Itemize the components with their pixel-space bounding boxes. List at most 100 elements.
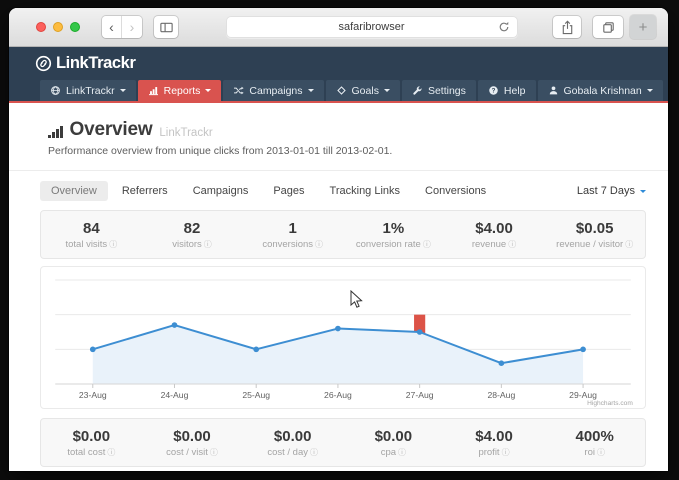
traffic-lights: [36, 22, 80, 32]
app-navbar: LinkTrackr LinkTrackr Reports Campaigns Goa…: [9, 47, 668, 103]
info-icon[interactable]: ⓘ: [398, 448, 406, 457]
chart-credit[interactable]: Highcharts.com: [587, 400, 633, 407]
forward-button[interactable]: ›: [122, 16, 142, 38]
stat-total-cost: $0.00total costⓘ: [41, 428, 142, 458]
page-title-suffix: LinkTrackr: [159, 127, 212, 141]
data-point[interactable]: [253, 347, 259, 353]
tab-tracking-links[interactable]: Tracking Links: [319, 181, 412, 201]
data-point[interactable]: [90, 347, 96, 353]
chevron-down-icon: [120, 89, 126, 95]
nav-item-goals[interactable]: Goals: [326, 80, 400, 101]
date-range-dropdown[interactable]: Last 7 Days: [577, 185, 646, 197]
share-button[interactable]: [553, 16, 581, 38]
page-title: Overview: [70, 119, 153, 141]
nav-item-campaigns[interactable]: Campaigns: [223, 80, 323, 101]
data-point[interactable]: [499, 360, 505, 366]
sidebar-toggle-button[interactable]: [154, 16, 178, 38]
data-point[interactable]: [335, 326, 341, 332]
stats-panel-bottom: $0.00total costⓘ$0.00cost / visitⓘ$0.00c…: [40, 418, 646, 467]
zoom-button[interactable]: [70, 22, 80, 32]
tab-campaigns[interactable]: Campaigns: [182, 181, 260, 201]
help-icon: ?: [488, 85, 499, 96]
new-tab-button[interactable]: +: [630, 15, 656, 39]
browser-window: ‹ › safaribrowser + LinkTrackr LinkTrack…: [9, 8, 668, 471]
shuffle-icon: [233, 85, 244, 96]
info-icon[interactable]: ⓘ: [107, 448, 115, 457]
diamond-icon: [336, 85, 347, 96]
nav-item-settings[interactable]: Settings: [402, 80, 476, 101]
data-point[interactable]: [580, 347, 586, 353]
address-bar[interactable]: safaribrowser: [226, 16, 518, 38]
x-tick-label: 24-Aug: [161, 390, 189, 400]
stat-label: roiⓘ: [544, 447, 645, 458]
user-name: Gobala Krishnan: [564, 85, 642, 97]
x-tick-label: 26-Aug: [324, 390, 352, 400]
stat-value: $4.00: [444, 428, 545, 445]
info-icon[interactable]: ⓘ: [508, 240, 516, 249]
date-range-label: Last 7 Days: [577, 185, 635, 197]
info-icon[interactable]: ⓘ: [597, 448, 605, 457]
stat-value: $0.00: [142, 428, 243, 445]
tab-conversions[interactable]: Conversions: [414, 181, 497, 201]
overview-bars-icon: [48, 126, 63, 141]
tab-referrers[interactable]: Referrers: [111, 181, 179, 201]
x-tick-label: 28-Aug: [487, 390, 515, 400]
info-icon[interactable]: ⓘ: [315, 240, 323, 249]
info-icon[interactable]: ⓘ: [204, 240, 212, 249]
nav-item-linktrackr[interactable]: LinkTrackr: [40, 80, 136, 101]
info-icon[interactable]: ⓘ: [210, 448, 218, 457]
stat-value: 400%: [544, 428, 645, 445]
stat-label: cost / dayⓘ: [242, 447, 343, 458]
page-subtitle: Performance overview from unique clicks …: [48, 145, 646, 157]
brand[interactable]: LinkTrackr: [9, 47, 668, 80]
reload-icon[interactable]: [497, 20, 511, 34]
brand-name: LinkTrackr: [56, 54, 135, 73]
stat-value: 1: [242, 220, 343, 237]
nav-item-help[interactable]: ? Help: [478, 80, 536, 101]
nav-item-label: Goals: [352, 85, 379, 97]
info-icon[interactable]: ⓘ: [310, 448, 318, 457]
close-button[interactable]: [36, 22, 46, 32]
stat-value: 84: [41, 220, 142, 237]
x-tick-label: 23-Aug: [79, 390, 107, 400]
tab-overview[interactable]: Overview: [40, 181, 108, 201]
stat-value: $0.05: [544, 220, 645, 237]
address-bar-text: safaribrowser: [338, 21, 404, 33]
stat-roi: 400% roiⓘ: [544, 428, 645, 458]
nav-item-label: LinkTrackr: [66, 85, 115, 97]
user-menu[interactable]: Gobala Krishnan: [538, 80, 663, 101]
nav-item-reports[interactable]: Reports: [138, 80, 222, 101]
stat-cost-day: $0.00 cost / dayⓘ: [242, 428, 343, 458]
nav-item-label: Help: [504, 85, 526, 97]
nav-item-label: Reports: [164, 85, 201, 97]
stat-revenue: $4.00revenueⓘ: [444, 220, 545, 250]
stat-revenue-visitor: $0.05 revenue / visitorⓘ: [544, 220, 645, 250]
sidebar-icon: [159, 20, 174, 35]
page-header: Overview LinkTrackr Performance overview…: [48, 119, 646, 157]
tab-pages[interactable]: Pages: [262, 181, 315, 201]
stat-label: revenue / visitorⓘ: [544, 239, 645, 250]
data-point[interactable]: [172, 322, 178, 328]
x-tick-label: 29-Aug: [569, 390, 597, 400]
globe-icon: [50, 85, 61, 96]
info-icon[interactable]: ⓘ: [625, 240, 633, 249]
svg-text:?: ?: [492, 88, 496, 95]
stat-label: total visitsⓘ: [41, 239, 142, 250]
info-icon[interactable]: ⓘ: [502, 448, 510, 457]
stat-value: $0.00: [242, 428, 343, 445]
info-icon[interactable]: ⓘ: [423, 240, 431, 249]
stat-conversion-rate: 1%conversion rateⓘ: [343, 220, 444, 250]
browser-toolbar: ‹ › safaribrowser +: [9, 8, 668, 47]
nav-item-label: Campaigns: [249, 85, 302, 97]
info-icon[interactable]: ⓘ: [109, 240, 117, 249]
stat-label: revenueⓘ: [444, 239, 545, 250]
history-buttons: ‹ ›: [102, 16, 142, 38]
stat-value: 82: [142, 220, 243, 237]
tab-overview-button[interactable]: [593, 16, 623, 38]
back-button[interactable]: ‹: [102, 16, 122, 38]
minimize-button[interactable]: [53, 22, 63, 32]
stat-label: cost / visitⓘ: [142, 447, 243, 458]
visits-chart: 23-Aug24-Aug25-Aug26-Aug27-Aug28-Aug29-A…: [40, 266, 646, 409]
data-point[interactable]: [417, 329, 423, 335]
tab-overview-icon: [601, 20, 616, 35]
